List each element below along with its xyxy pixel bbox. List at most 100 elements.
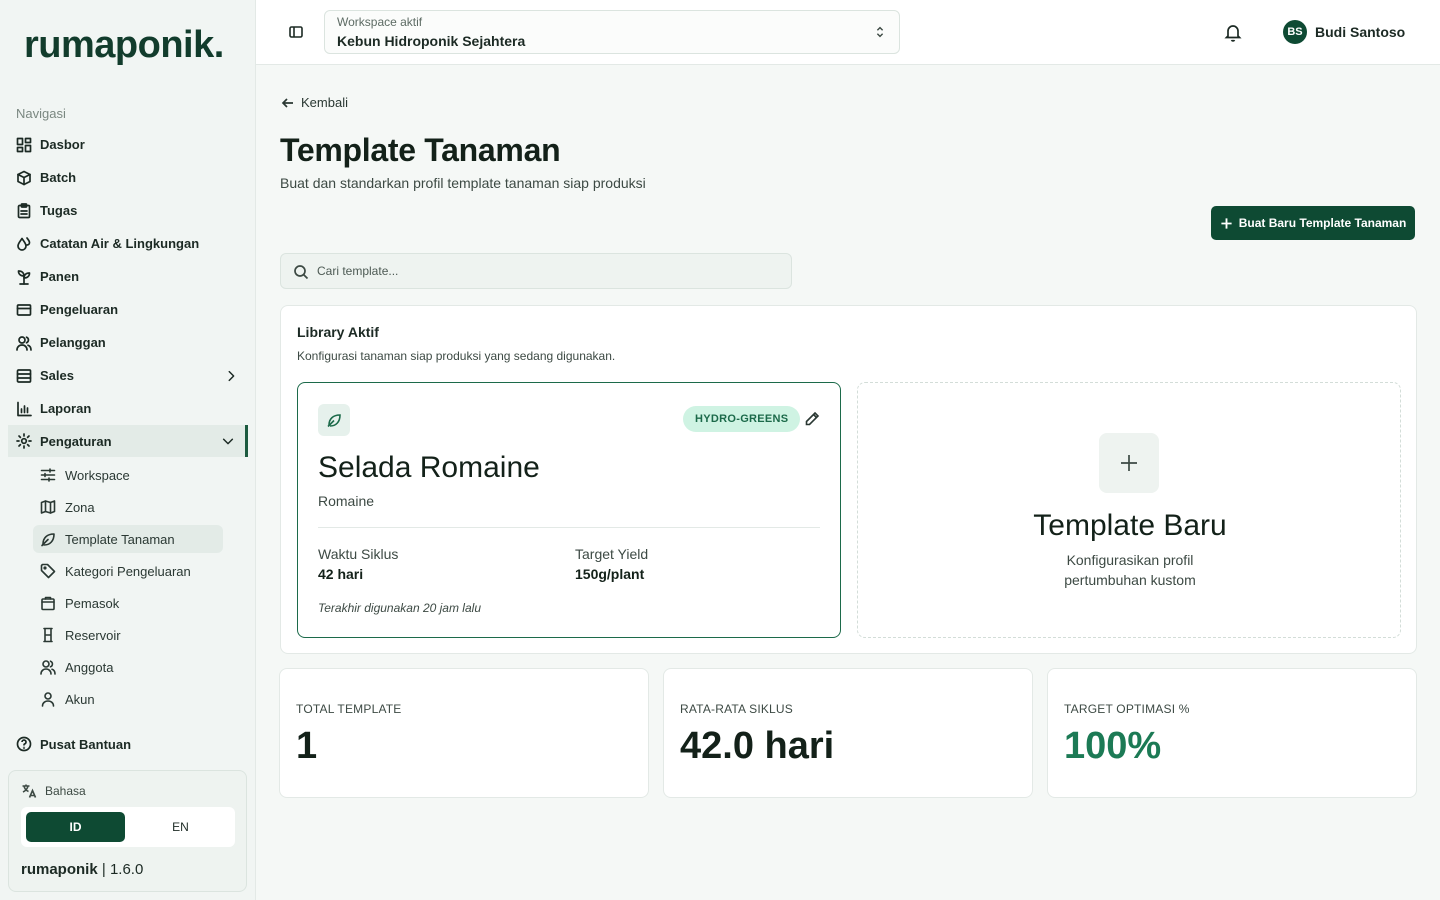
sidebar-subitem-label: Template Tanaman [65,531,175,547]
sidebar-subitem-label: Akun [65,691,95,707]
sidebar-item-label: Laporan [40,401,92,416]
sidebar-subitem-anggota[interactable]: Anggota [33,653,223,681]
tag-icon [40,563,56,579]
translate-icon [22,784,37,798]
active-library: Library Aktif Konfigurasi tanaman siap p… [280,305,1417,654]
avatar[interactable]: BS [1283,20,1307,44]
sliders-icon [40,468,56,482]
sidebar-item-laporan[interactable]: Laporan [8,392,248,425]
sidebar-toggle-button[interactable] [288,24,304,40]
library-subtitle: Konfigurasi tanaman siap produksi yang s… [297,349,616,363]
sidebar-subitem-akun[interactable]: Akun [33,685,223,713]
sidebar-item-label: Dasbor [40,137,85,152]
settings-submenu: Workspace Zona Template Tanaman Kategori… [33,461,223,713]
back-link-label: Kembali [301,95,348,110]
sidebar-subitem-kategori-pengeluaran[interactable]: Kategori Pengeluaran [33,557,223,585]
sidebar-subitem-label: Zona [65,499,95,515]
app-logo[interactable]: rumaponik. [24,24,224,67]
sidebar-item-sales[interactable]: Sales [8,359,248,392]
plus-icon [1121,455,1137,471]
sidebar-item-pengeluaran[interactable]: Pengeluaran [8,293,248,326]
sidebar-subitem-pemasok[interactable]: Pemasok [33,589,223,617]
bar-chart-icon [17,401,32,416]
template-icon-box [318,404,350,436]
sidebar-item-label: Pengaturan [40,433,112,449]
plus-icon [1221,217,1232,229]
template-card[interactable]: HYDRO-GREENS Selada Romaine Romaine Wakt… [297,382,841,638]
bell-icon[interactable] [1223,22,1243,42]
sidebar-subitem-label: Reservoir [65,627,121,643]
sidebar-item-label: Sales [40,368,74,383]
grid-icon [16,137,32,152]
user-name[interactable]: Budi Santoso [1315,24,1405,40]
sidebar-subitem-label: Anggota [65,659,114,675]
kpi-label: TOTAL TEMPLATE [296,702,402,716]
sidebar-subitem-template-tanaman[interactable]: Template Tanaman [33,525,223,553]
create-template-button[interactable]: Buat Baru Template Tanaman [1211,206,1415,240]
last-used-text: Terakhir digunakan 20 jam lalu [318,601,481,615]
package-icon [17,170,31,185]
top-bar: Workspace aktif Kebun Hidroponik Sejahte… [256,0,1440,65]
sidebar-item-catatan-air[interactable]: Catatan Air & Lingkungan [8,227,248,260]
version-brand: rumaponik [21,861,98,878]
sidebar-item-tugas[interactable]: Tugas [8,194,248,227]
page-subtitle: Buat dan standarkan profil template tana… [280,175,646,191]
sidebar-subitem-label: Kategori Pengeluaran [65,563,191,579]
leaf-icon [327,414,341,428]
sidebar-item-batch[interactable]: Batch [8,161,248,194]
category-badge: HYDRO-GREENS [683,406,801,432]
sidebar-subitem-label: Workspace [65,467,130,483]
sidebar-item-label: Pengeluaran [40,302,119,317]
back-link[interactable]: Kembali [281,95,348,110]
help-circle-icon [16,736,32,752]
chevron-down-icon[interactable] [221,434,235,448]
shopping-bag-icon [41,596,55,611]
version-number: 1.6.0 [109,861,144,878]
cycle-time-value: 42 hari [318,566,364,582]
kpi-label: RATA-RATA SIKLUS [680,702,793,716]
kpi-card-average-cycle: RATA-RATA SIKLUS 42.0 hari [663,668,1033,798]
sidebar-item-label: Panen [40,269,80,284]
user-icon [41,692,55,707]
new-template-title: Template Baru [1033,509,1227,542]
chevron-up-down-icon [876,26,884,38]
droplet-icon [17,236,31,251]
tank-icon [43,627,53,643]
template-search [280,253,792,289]
sidebar-item-panen[interactable]: Panen [8,260,248,293]
sidebar-subitem-workspace[interactable]: Workspace [33,461,223,489]
sidebar-item-pengaturan[interactable]: Pengaturan [8,425,248,457]
language-option-id[interactable]: ID [26,812,125,842]
cycle-time-label: Waktu Siklus [318,546,399,562]
sidebar-item-label: Batch [40,170,77,185]
search-input[interactable] [317,254,777,288]
pencil-icon[interactable] [804,411,820,427]
panel-left-icon [289,26,303,38]
language-label-text: Bahasa [45,784,86,798]
kpi-value: 1 [296,725,318,767]
kpi-card-optimization-target: TARGET OPTIMASI % 100% [1047,668,1417,798]
users-icon [16,335,32,351]
sidebar-item-dasbor[interactable]: Dasbor [8,128,248,161]
chevron-right-icon[interactable] [224,369,238,383]
language-option-en[interactable]: EN [131,812,230,842]
kpi-value: 100% [1064,725,1162,767]
language-panel: Bahasa ID EN rumaponik | 1.6.0 [8,770,247,892]
new-template-card[interactable]: Template Baru Konfigurasikan profil pert… [857,382,1401,638]
sidebar-item-label: Catatan Air & Lingkungan [40,236,200,251]
help-center-label: Pusat Bantuan [40,736,132,752]
language-label: Bahasa [21,783,86,799]
main-nav: Dasbor Batch Tugas Catatan Air & Lingkun… [8,128,248,717]
divider [318,527,820,528]
workspace-select-value: Kebun Hidroponik Sejahtera [337,33,526,49]
sidebar-subitem-reservoir[interactable]: Reservoir [33,621,223,649]
wallet-icon [16,303,32,316]
workspace-select[interactable]: Workspace aktif Kebun Hidroponik Sejahte… [324,10,900,54]
help-center-link[interactable]: Pusat Bantuan [16,736,131,752]
sidebar-item-pelanggan[interactable]: Pelanggan [8,326,248,359]
sidebar-subitem-zona[interactable]: Zona [33,493,223,521]
language-toggle: ID EN [21,807,235,847]
sidebar-item-label: Pelanggan [40,335,106,350]
search-icon [294,265,309,280]
nav-section-title: Navigasi [16,106,66,121]
